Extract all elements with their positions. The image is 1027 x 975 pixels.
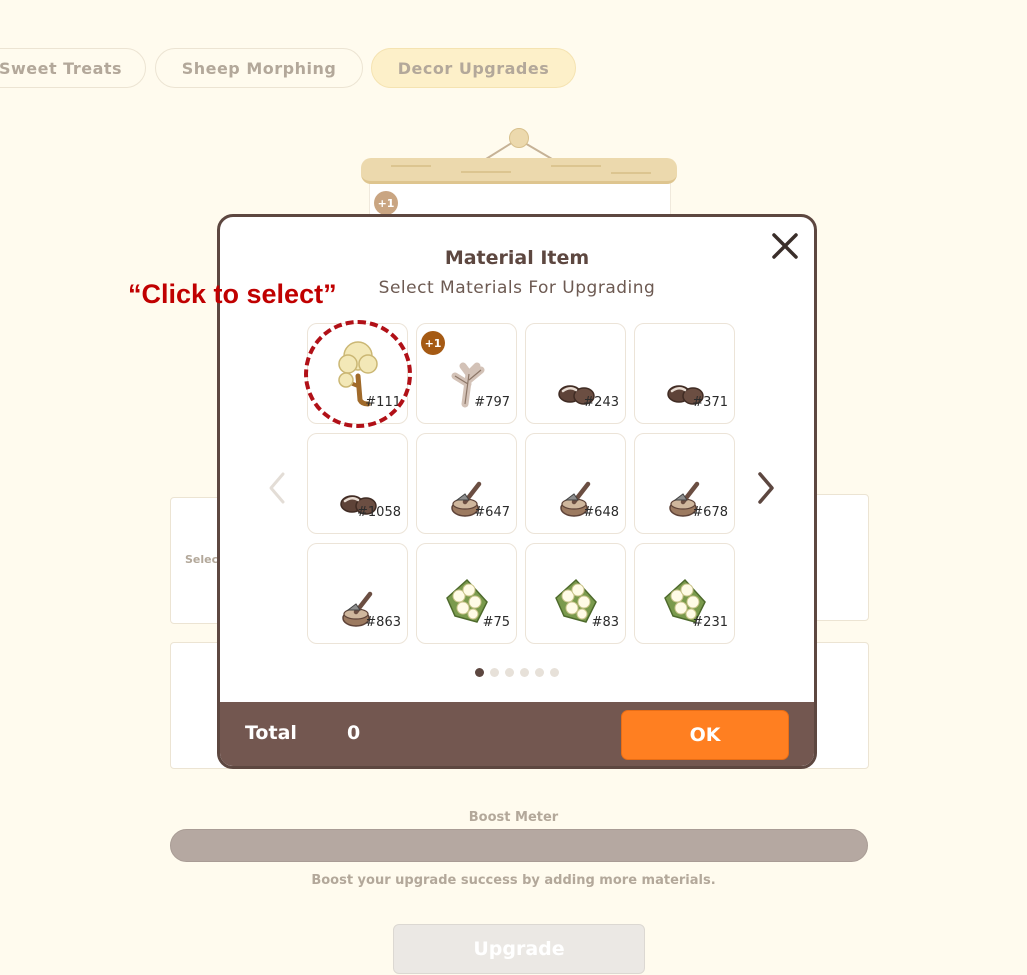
- material-item[interactable]: #231: [634, 543, 735, 644]
- modal-title: Material Item: [444, 247, 590, 269]
- select-label: Selec: [185, 553, 219, 566]
- boost-meter-label: Boost Meter: [468, 810, 559, 825]
- page-dot[interactable]: [505, 668, 514, 677]
- material-id: #647: [474, 505, 510, 520]
- tab-sheep-morphing[interactable]: Sheep Morphing: [155, 48, 363, 88]
- tab-decor-upgrades[interactable]: Decor Upgrades: [371, 48, 576, 88]
- tab-label: Sweet Treats: [0, 58, 123, 78]
- modal-footer: Total 0 OK: [220, 702, 814, 766]
- material-item[interactable]: #863: [307, 543, 408, 644]
- page-dot[interactable]: [520, 668, 529, 677]
- upgrade-label: Upgrade: [473, 938, 565, 960]
- tab-label: Decor Upgrades: [397, 58, 550, 78]
- material-id: #863: [365, 615, 401, 630]
- boost-meter-bar: [170, 829, 868, 862]
- page-dot[interactable]: [535, 668, 544, 677]
- material-item[interactable]: #243: [525, 323, 626, 424]
- material-id: #648: [583, 505, 619, 520]
- tab-sweet-treats[interactable]: Sweet Treats: [0, 48, 146, 88]
- close-icon[interactable]: [770, 231, 800, 261]
- material-id: #75: [482, 615, 510, 630]
- material-item[interactable]: #648: [525, 433, 626, 534]
- scroll-hook: [509, 128, 529, 148]
- tab-label: Sheep Morphing: [181, 58, 337, 78]
- boost-hint: Boost your upgrade success by adding mor…: [311, 873, 716, 888]
- material-id: #797: [474, 395, 510, 410]
- material-item[interactable]: #647: [416, 433, 517, 534]
- material-id: #1058: [357, 505, 401, 520]
- scroll-rod: [361, 158, 677, 184]
- selection-highlight-circle: [304, 320, 412, 428]
- pagination-dots: [220, 668, 814, 677]
- material-item[interactable]: #371: [634, 323, 735, 424]
- material-item[interactable]: #678: [634, 433, 735, 534]
- chevron-left-icon[interactable]: [265, 470, 289, 506]
- ok-label: OK: [689, 724, 721, 746]
- material-item[interactable]: #83: [525, 543, 626, 644]
- material-id: #231: [692, 615, 728, 630]
- wood-grain: [391, 165, 651, 174]
- total-label: Total: [245, 722, 297, 744]
- material-id: #371: [692, 395, 728, 410]
- chevron-right-icon[interactable]: [754, 470, 778, 506]
- material-id: #243: [583, 395, 619, 410]
- page-dot[interactable]: [475, 668, 484, 677]
- material-item[interactable]: #75: [416, 543, 517, 644]
- click-to-select-annotation: “Click to select”: [128, 279, 337, 309]
- total-value: 0: [347, 722, 361, 744]
- material-item[interactable]: +1 #797: [416, 323, 517, 424]
- material-id: #83: [591, 615, 619, 630]
- material-item[interactable]: #1058: [307, 433, 408, 534]
- material-id: #678: [692, 505, 728, 520]
- ok-button[interactable]: OK: [621, 710, 789, 760]
- upgrade-button[interactable]: Upgrade: [393, 924, 645, 974]
- background-plus-badge: +1: [374, 191, 398, 215]
- page-dot[interactable]: [550, 668, 559, 677]
- page-dot[interactable]: [490, 668, 499, 677]
